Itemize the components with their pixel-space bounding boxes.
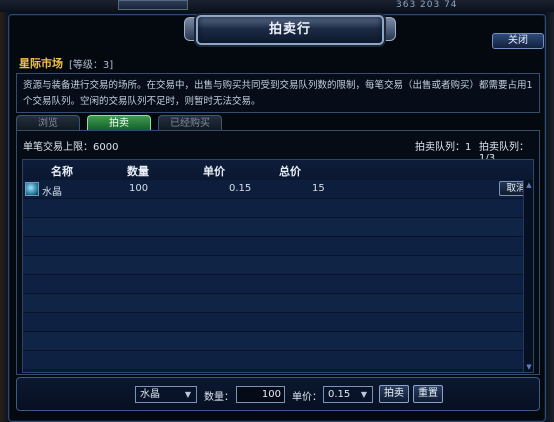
auction-panel: 单笔交易上限：6000 拍卖队列：1 拍卖队列：1/3 名称 数量 单价 总价 …	[16, 130, 540, 375]
table-row-empty	[23, 294, 523, 313]
scroll-down-icon[interactable]: ▼	[525, 363, 533, 371]
scroll-up-icon[interactable]: ▲	[525, 181, 533, 189]
quantity-label: 数量：	[204, 392, 234, 403]
reset-button[interactable]: 重置	[413, 385, 443, 403]
table-row-empty	[23, 313, 523, 332]
price-select-value: 0.15	[328, 389, 351, 400]
auction-control-bar: 水晶 ▼ 数量： 100 单价： 0.15 ▼ 拍卖 重置	[16, 377, 540, 411]
table-row-empty	[23, 237, 523, 256]
table-row-empty	[23, 351, 523, 370]
window-title: 拍卖行	[268, 22, 311, 37]
market-title: 星际市场	[19, 57, 63, 70]
header-unit-price: 单价	[203, 165, 225, 178]
auction-window: 拍卖行 关闭 星际市场 [等级：3] 资源与装备进行交易的场所。在交易中，出售与…	[8, 14, 546, 422]
row-unit-price: 0.15	[229, 183, 252, 194]
table-scrollbar[interactable]: ▲ ▼	[523, 180, 533, 372]
item-select[interactable]: 水晶 ▼	[135, 386, 197, 403]
table-row-empty	[23, 199, 523, 218]
crystal-icon	[25, 182, 39, 196]
title-plaque-wing-right	[382, 17, 396, 41]
chevron-down-icon: ▼	[184, 390, 192, 399]
row-item-name: 水晶	[42, 187, 62, 198]
title-plaque: 拍卖行	[196, 15, 384, 45]
auction-button[interactable]: 拍卖	[379, 385, 409, 403]
header-quantity: 数量	[127, 165, 149, 178]
trade-limit-label: 单笔交易上限：6000	[23, 142, 119, 153]
hud-resource-values: 363 203 74	[396, 0, 458, 10]
table-row-empty	[23, 275, 523, 294]
auction-queue-count: 拍卖队列：1	[415, 142, 472, 153]
price-label: 单价：	[292, 392, 322, 403]
background-left	[0, 12, 8, 422]
market-level: [等级：3]	[69, 60, 114, 71]
table-rows: 水晶 100 0.15 15 取消	[23, 180, 533, 370]
table-row[interactable]: 水晶 100 0.15 15 取消	[23, 180, 533, 199]
game-hud-strip: 363 203 74	[0, 0, 554, 12]
item-select-value: 水晶	[140, 389, 160, 400]
header-total: 总价	[279, 165, 301, 178]
price-select[interactable]: 0.15 ▼	[323, 386, 373, 403]
quantity-input[interactable]: 100	[236, 386, 285, 403]
table-row-empty	[23, 218, 523, 237]
hud-button[interactable]	[118, 0, 188, 10]
close-button[interactable]: 关闭	[492, 33, 544, 49]
market-description: 资源与装备进行交易的场所。在交易中，出售与购买共同受到交易队列数的限制，每笔交易…	[16, 73, 540, 113]
tab-auction[interactable]: 拍卖	[87, 115, 151, 131]
header-name: 名称	[51, 165, 73, 178]
table-row-empty	[23, 332, 523, 351]
tab-purchased[interactable]: 已经购买	[158, 115, 222, 131]
row-total: 15	[312, 183, 325, 194]
chevron-down-icon: ▼	[360, 390, 368, 399]
row-quantity: 100	[129, 183, 149, 194]
tab-browse[interactable]: 浏览	[16, 115, 80, 131]
auction-table: 名称 数量 单价 总价 水晶 100 0.15 15 取消 ▲ ▼	[22, 159, 534, 373]
background-right	[546, 12, 554, 422]
table-header: 名称 数量 单价 总价	[23, 160, 533, 180]
table-row-empty	[23, 256, 523, 275]
